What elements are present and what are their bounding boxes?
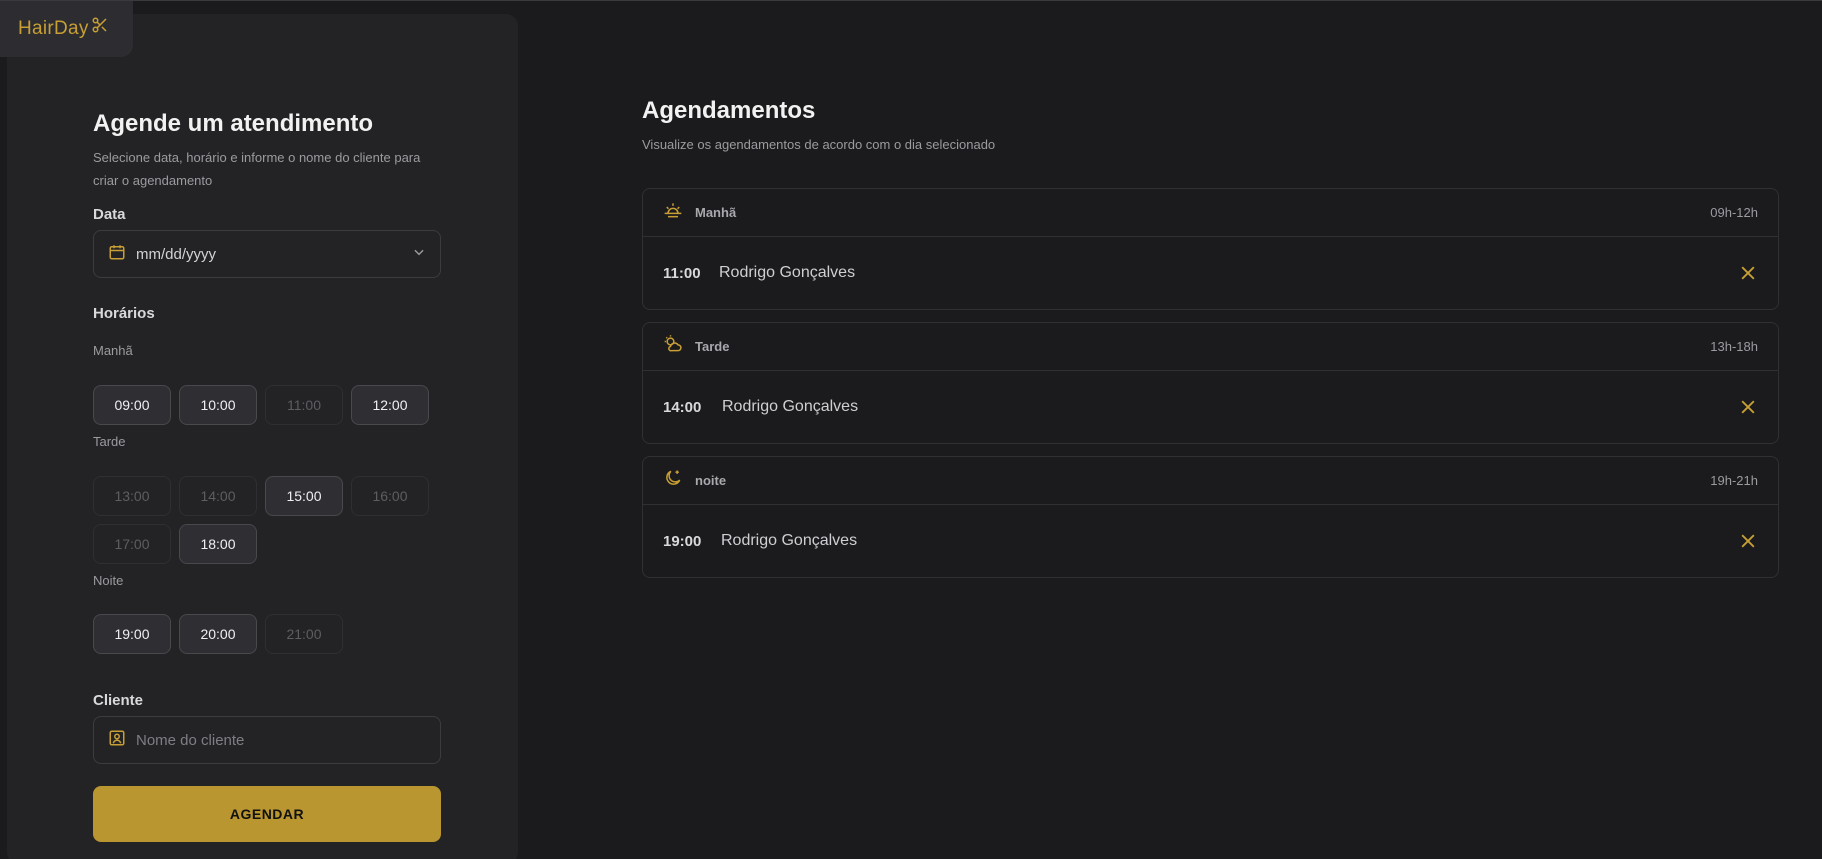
slot-1000[interactable]: 10:00: [179, 385, 257, 425]
slot-1400[interactable]: 14:00: [179, 476, 257, 516]
slot-0900[interactable]: 09:00: [93, 385, 171, 425]
period-card-afternoon: Tarde 13h-18h 14:00 Rodrigo Gonçalves: [642, 322, 1779, 444]
period-afternoon-label: Tarde: [93, 434, 126, 449]
period-card-morning: Manhã 09h-12h 11:00 Rodrigo Gonçalves: [642, 188, 1779, 310]
period-morning-label: Manhã: [93, 343, 133, 358]
period-name: Manhã: [695, 205, 737, 220]
booking-form: Agende um atendimento Selecione data, ho…: [93, 110, 441, 192]
appointment-client: Rodrigo Gonçalves: [719, 264, 856, 281]
appointment-client: Rodrigo Gonçalves: [722, 398, 859, 415]
slot-1200[interactable]: 12:00: [351, 385, 429, 425]
chevron-down-icon[interactable]: [412, 245, 426, 264]
period-card-night: noite 19h-21h 19:00 Rodrigo Gonçalves: [642, 456, 1779, 578]
period-range: 09h-12h: [1710, 205, 1758, 220]
slot-1300[interactable]: 13:00: [93, 476, 171, 516]
sunrise-icon: [663, 201, 683, 224]
form-subtitle-line1: Selecione data, horário e informe o nome…: [93, 150, 421, 165]
slot-1900[interactable]: 19:00: [93, 614, 171, 654]
booking-panel: Agende um atendimento Selecione data, ho…: [7, 14, 518, 859]
appointment-row: 19:00 Rodrigo Gonçalves: [643, 505, 1778, 577]
slot-1600[interactable]: 16:00: [351, 476, 429, 516]
period-card-header: Tarde 13h-18h: [643, 323, 1778, 371]
date-value: mm/dd/yyyy: [136, 245, 217, 263]
slot-2100[interactable]: 21:00: [265, 614, 343, 654]
period-range: 13h-18h: [1710, 339, 1758, 354]
period-range: 19h-21h: [1710, 473, 1758, 488]
scissors-icon: [89, 17, 109, 40]
schedule-title: Agendamentos: [642, 97, 816, 124]
client-name-placeholder: Nome do cliente: [136, 731, 245, 749]
schedule-subtitle: Visualize os agendamentos de acordo com …: [642, 137, 996, 152]
close-icon[interactable]: [1738, 397, 1758, 417]
cloud-sun-icon: [663, 334, 683, 359]
calendar-icon: [108, 243, 126, 266]
slot-1100[interactable]: 11:00: [265, 385, 343, 425]
form-title: Agende um atendimento: [93, 110, 374, 137]
slot-1800[interactable]: 18:00: [179, 524, 257, 564]
close-icon[interactable]: [1738, 531, 1758, 551]
period-name: Tarde: [695, 339, 730, 354]
date-picker[interactable]: mm/dd/yyyy: [93, 230, 441, 278]
appointment-row: 11:00 Rodrigo Gonçalves: [643, 237, 1778, 309]
form-subtitle: Selecione data, horário e informe o nome…: [93, 146, 441, 192]
close-icon[interactable]: [1738, 263, 1758, 283]
appointment-client: Rodrigo Gonçalves: [721, 532, 858, 549]
user-square-icon: [108, 729, 126, 752]
slot-2000[interactable]: 20:00: [179, 614, 257, 654]
form-subtitle-line2: criar o agendamento: [93, 173, 213, 188]
client-label: Cliente: [93, 692, 144, 709]
appointment-time: 11:00: [663, 264, 701, 282]
schedule-panel: Agendamentos Visualize os agendamentos d…: [642, 97, 1779, 578]
appointment-time: 14:00: [663, 398, 702, 416]
period-card-header: Manhã 09h-12h: [643, 189, 1778, 237]
moon-icon: [663, 468, 683, 493]
period-name: noite: [695, 473, 727, 488]
period-night-label: Noite: [93, 573, 124, 588]
appointment-row: 14:00 Rodrigo Gonçalves: [643, 371, 1778, 443]
date-label: Data: [93, 206, 126, 223]
client-name-input[interactable]: Nome do cliente: [93, 716, 441, 764]
logo-text: HairDay: [18, 18, 89, 39]
app-logo[interactable]: HairDay: [0, 1, 133, 57]
times-label: Horários: [93, 305, 155, 322]
appointment-time: 19:00: [663, 532, 702, 550]
period-card-header: noite 19h-21h: [643, 457, 1778, 505]
form-fields: Data mm/dd/yyyy Horários Manhã 09:00 10:…: [93, 206, 441, 856]
slot-1500[interactable]: 15:00: [265, 476, 343, 516]
slot-1700[interactable]: 17:00: [93, 524, 171, 564]
schedule-submit-button[interactable]: AGENDAR: [93, 786, 441, 842]
